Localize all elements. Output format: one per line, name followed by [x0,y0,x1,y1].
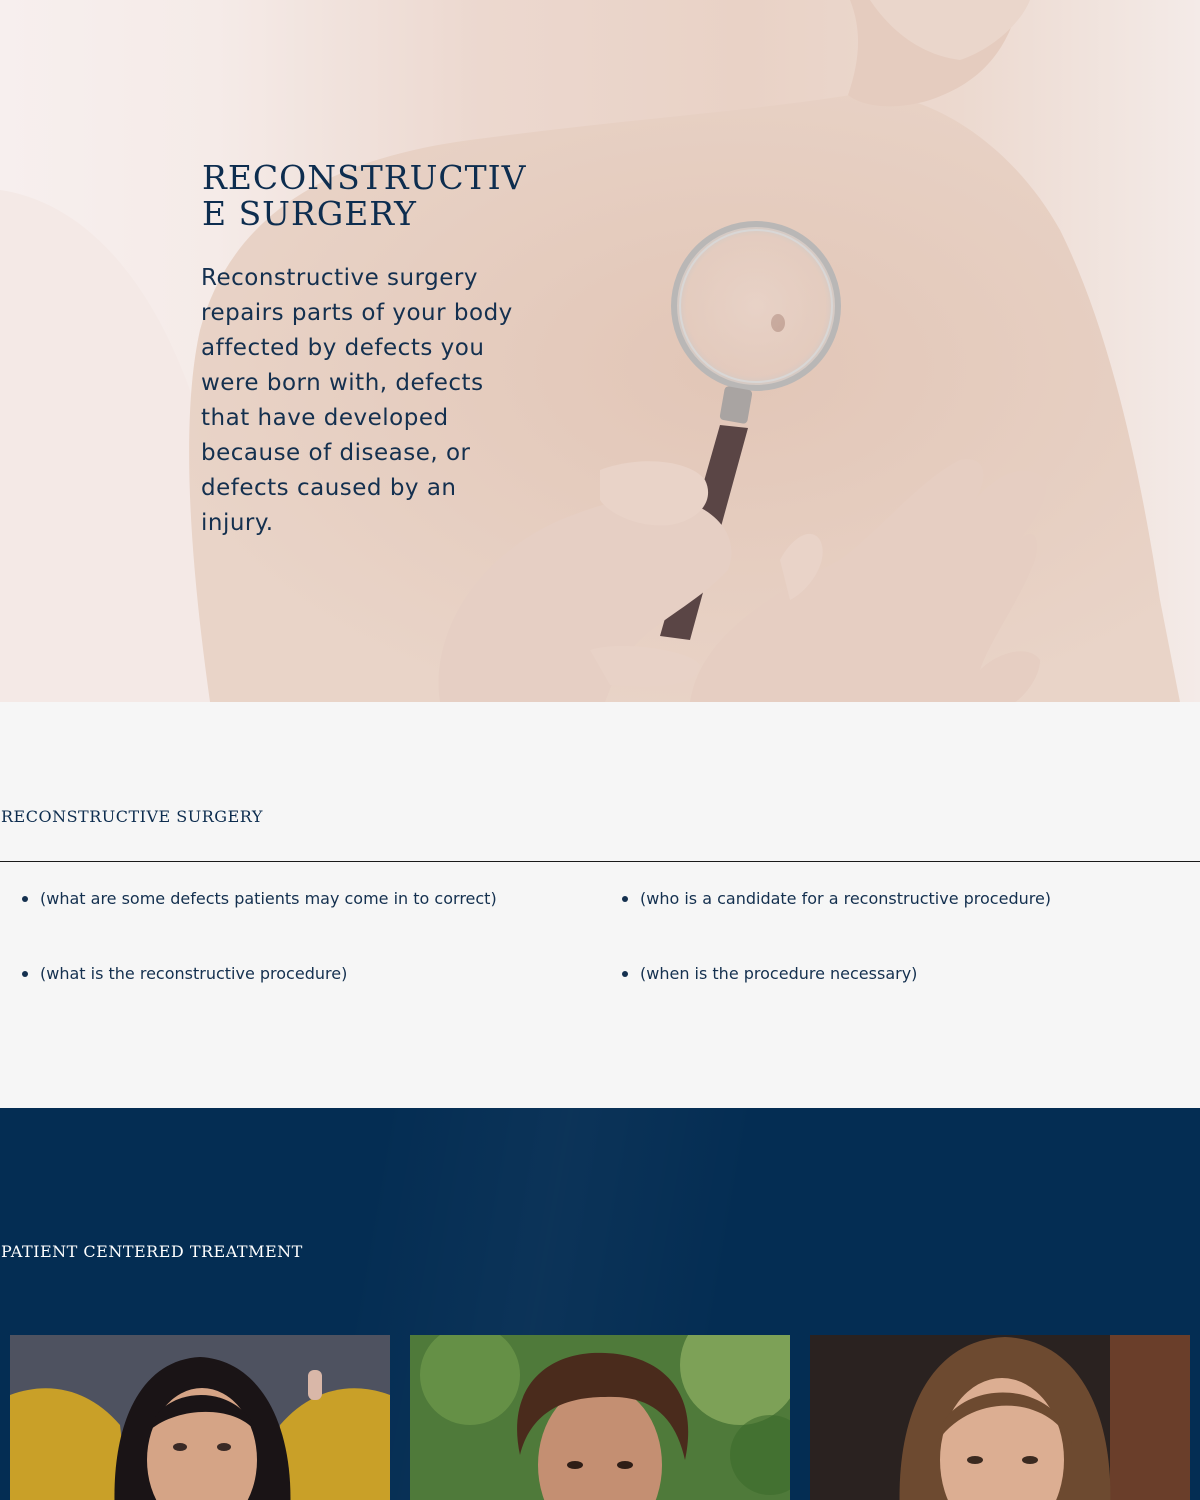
list-item-text: (when is the procedure necessary) [640,964,918,983]
bullet-icon [22,971,28,977]
list-item: (what are some defects patients may come… [22,889,497,908]
patient-photo-card[interactable] [10,1335,390,1500]
list-item-text: (who is a candidate for a reconstructive… [640,889,1052,908]
section-heading: PATIENT CENTERED TREATMENT [1,1242,303,1261]
hero-section: RECONSTRUCTIVE SURGERY Reconstructive su… [0,0,1200,702]
list-item-text: (what are some defects patients may come… [40,889,497,908]
bullet-icon [622,896,628,902]
hero-title: RECONSTRUCTIVE SURGERY [202,158,527,233]
section-heading: RECONSTRUCTIVE SURGERY [1,807,263,826]
list-item: (when is the procedure necessary) [622,964,918,983]
list-item: (who is a candidate for a reconstructive… [622,889,1052,908]
patient-section: PATIENT CENTERED TREATMENT [0,1108,1200,1500]
bullet-icon [622,971,628,977]
info-section: RECONSTRUCTIVE SURGERY (what are some de… [0,702,1200,1108]
section-divider [0,861,1200,862]
patient-photo [410,1335,790,1500]
patient-photo [10,1335,390,1500]
list-item-text: (what is the reconstructive procedure) [40,964,348,983]
patient-photo [810,1335,1190,1500]
bullet-icon [22,896,28,902]
patient-photo-card[interactable] [410,1335,790,1500]
hero-description: Reconstructive surgery repairs parts of … [201,265,513,536]
list-item: (what is the reconstructive procedure) [22,964,348,983]
patient-photo-card[interactable] [810,1335,1190,1500]
hero-photo-skin-exam [0,0,1181,702]
